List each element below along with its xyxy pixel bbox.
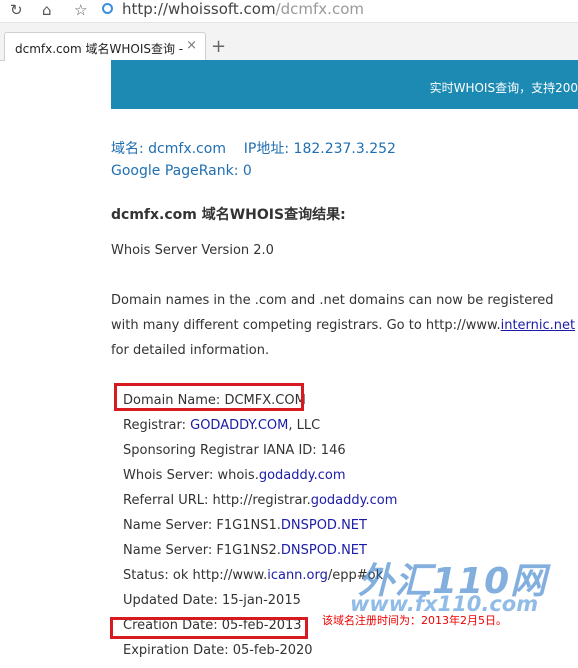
result-heading: dcmfx.com 域名WHOIS查询结果: [111, 207, 346, 223]
url-path: /dcmfx.com [275, 0, 364, 18]
ip-value[interactable]: 182.237.3.252 [294, 141, 396, 157]
referral-url-record: Referral URL: http://registrar.godaddy.c… [123, 493, 397, 508]
whois-server-record: Whois Server: whois.godaddy.com [123, 468, 346, 483]
expiration-date-record: Expiration Date: 05-feb-2020 [123, 643, 313, 658]
bookmark-star-icon[interactable]: ☆ [74, 1, 87, 19]
iana-record: Sponsoring Registrar IANA ID: 146 [123, 443, 346, 458]
referral-label: Referral URL: http://registrar. [123, 493, 311, 508]
banner-text: 实时WHOIS查询，支持200 [429, 81, 578, 95]
url-host: http://whoissoft.com [122, 0, 276, 18]
tab-title: dcmfx.com 域名WHOIS查询 - [15, 42, 184, 56]
registrar-link[interactable]: GODADDY.COM [190, 418, 288, 433]
browser-toolbar: ↻ ⌂ ☆ http://whoissoft.com/dcmfx.com [0, 0, 578, 23]
domain-name-highlight [114, 383, 304, 411]
ns1-label: Name Server: F1G1NS1. [123, 518, 281, 533]
site-banner: 实时WHOIS查询，支持200 [111, 60, 578, 109]
domain-value[interactable]: dcmfx.com [148, 141, 226, 157]
tab-strip: dcmfx.com 域名WHOIS查询 - × + [0, 23, 578, 61]
reload-icon[interactable]: ↻ [10, 1, 23, 19]
status-record: Status: ok http://www.icann.org/epp#ok [123, 568, 383, 583]
status-label: Status: ok http://www. [123, 568, 268, 583]
address-bar[interactable]: http://whoissoft.com/dcmfx.com [122, 0, 364, 20]
domain-label: 域名: [111, 141, 144, 157]
pagerank: Google PageRank: 0 [111, 163, 252, 179]
whois-server-label: Whois Server: whois. [123, 468, 259, 483]
ip-label: IP地址: [243, 141, 290, 157]
notice-line-3: for detailed information. [111, 343, 270, 358]
registrar-record: Registrar: GODADDY.COM, LLC [123, 418, 320, 433]
status-link[interactable]: icann.org [267, 568, 328, 583]
watermark-url: www.fx110.com [350, 592, 539, 616]
page-globe-icon [102, 3, 113, 14]
creation-date-highlight [110, 617, 308, 639]
name-server-2-record: Name Server: F1G1NS2.DNSPOD.NET [123, 543, 367, 558]
new-tab-icon[interactable]: + [211, 36, 226, 57]
ns2-link[interactable]: DNSPOD.NET [281, 543, 367, 558]
ns2-label: Name Server: F1G1NS2. [123, 543, 281, 558]
notice-line-2: with many different competing registrars… [111, 318, 575, 333]
whois-server-link[interactable]: godaddy.com [259, 468, 346, 483]
server-version: Whois Server Version 2.0 [111, 243, 274, 258]
internic-link[interactable]: internic.net [501, 318, 576, 333]
domain-info: 域名: dcmfx.com IP地址: 182.237.3.252 [111, 138, 396, 158]
ns1-link[interactable]: DNSPOD.NET [281, 518, 367, 533]
close-tab-icon[interactable]: × [186, 38, 197, 53]
notice-text: with many different competing registrars… [111, 318, 501, 333]
updated-date-record: Updated Date: 15-jan-2015 [123, 593, 301, 608]
referral-link[interactable]: godaddy.com [311, 493, 398, 508]
registrar-rest: , LLC [288, 418, 321, 433]
home-icon[interactable]: ⌂ [42, 1, 52, 19]
registrar-label: Registrar: [123, 418, 191, 433]
name-server-1-record: Name Server: F1G1NS1.DNSPOD.NET [123, 518, 367, 533]
notice-line-1: Domain names in the .com and .net domain… [111, 293, 554, 308]
tab-active[interactable]: dcmfx.com 域名WHOIS查询 - × [4, 32, 206, 61]
